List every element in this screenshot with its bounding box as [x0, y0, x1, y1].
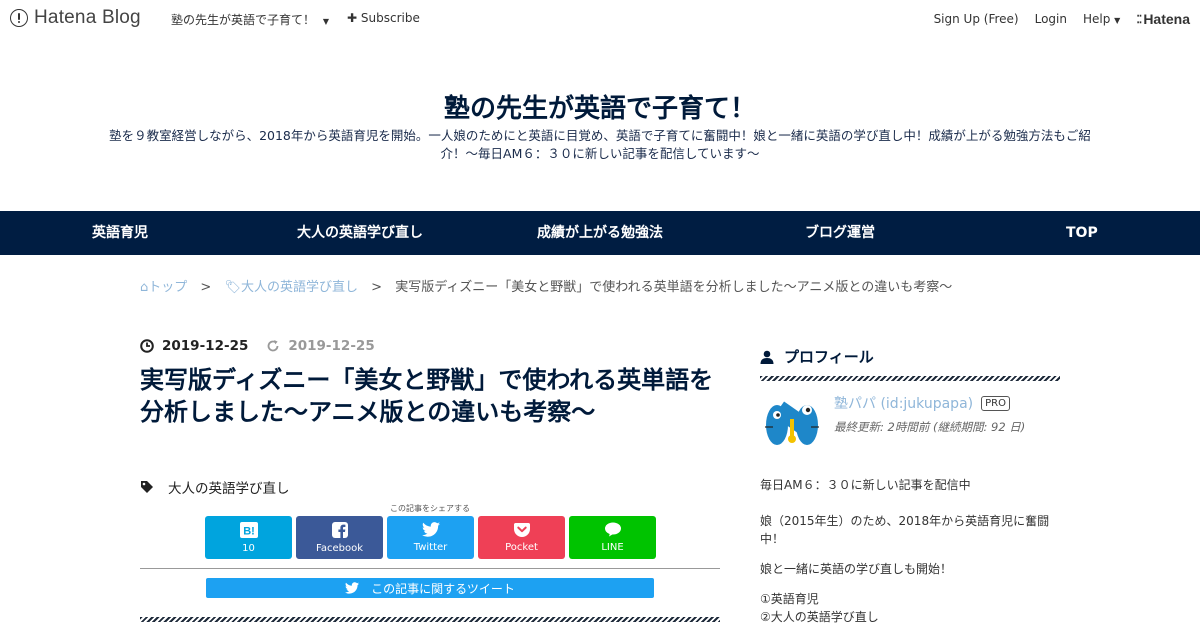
profile-last-update: 最終更新: 2時間前 (継続期間: 92 日) [834, 420, 1026, 434]
tag-icon: 🏷 [224, 280, 241, 295]
facebook-share-label: Facebook [316, 542, 363, 554]
striped-divider [140, 617, 720, 622]
line-share-button[interactable]: LINE [569, 516, 656, 559]
chevron-down-icon: ▼ [1114, 16, 1121, 25]
related-tweets-label: この記事に関するツイート [371, 581, 515, 596]
subscribe-label: Subscribe [360, 11, 420, 25]
profile-text-line: 娘（2015年生）のため、2018年から英語育児に奮闘中！ [760, 514, 1050, 546]
tag-icon [141, 481, 153, 493]
profile-text-line: 毎日AM６：３０に新しい記事を配信中 [760, 478, 971, 492]
hatena-blog-logo[interactable]: Hatena Blog [10, 7, 141, 29]
twitter-share-button[interactable]: Twitter [387, 516, 474, 559]
article-category: 大人の英語学び直し [140, 477, 290, 497]
login-link[interactable]: Login [1035, 12, 1067, 26]
hatena-blog-icon [10, 9, 28, 27]
breadcrumb-home[interactable]: ⌂トップ [140, 280, 191, 295]
breadcrumb-separator: > [200, 280, 212, 295]
line-icon [604, 522, 621, 537]
profile-text-line: ①英語育児 [760, 592, 819, 606]
pocket-share-label: Pocket [505, 542, 538, 553]
user-icon [760, 350, 774, 364]
breadcrumb-category[interactable]: 🏷大人の英語学び直し [224, 280, 362, 295]
profile-name-row: 塾パパ (id:jukupapa) PRO [834, 393, 1010, 413]
hatena-dots-icon: ⁚⁚ [1136, 13, 1142, 26]
global-header: Hatena Blog 塾の先生が英語で子育て！ ▼ ✚ Subscribe S… [0, 0, 1200, 36]
nav-item-adult-english[interactable]: 大人の英語学び直し [297, 211, 423, 255]
chevron-down-icon: ▼ [322, 17, 329, 26]
sidebar-profile-heading: プロフィール [760, 346, 874, 367]
help-menu[interactable]: Help ▼ [1083, 12, 1120, 26]
profile-name-link[interactable]: 塾パパ (id:jukupapa) [834, 393, 973, 413]
related-tweets-button[interactable]: この記事に関するツイート [206, 578, 654, 598]
hatena-bookmark-share-button[interactable]: B! 10 [205, 516, 292, 559]
twitter-bird-icon [345, 582, 360, 594]
refresh-icon [267, 340, 279, 352]
category-link[interactable]: 大人の英語学び直し [168, 477, 290, 497]
nav-item-blog[interactable]: ブログ運営 [805, 211, 875, 255]
pocket-icon [513, 523, 530, 537]
blog-description: 塾を９教室経営しながら、2018年から英語育児を開始。一人娘のためにと英語に目覚… [109, 128, 1091, 161]
divider [140, 568, 720, 569]
hatena-brand-link[interactable]: ⁚⁚ Hatena [1136, 11, 1190, 27]
help-label: Help [1082, 12, 1111, 26]
profile-text-line: ②大人の英語学び直し [760, 610, 879, 624]
striped-divider [760, 376, 1060, 381]
plus-icon: ✚ [347, 11, 358, 25]
blog-title[interactable]: 塾の先生が英語で子育て！ [0, 88, 1200, 125]
published-date[interactable]: 2019-12-25 [162, 338, 248, 354]
twitter-bird-icon [421, 522, 440, 537]
pro-badge: PRO [981, 395, 1010, 411]
breadcrumb-current: 実写版ディズニー「美女と野獣」で使われる英単語を分析しました～アニメ版との違いも… [395, 280, 953, 295]
sidebar-heading-label: プロフィール [784, 348, 874, 366]
profile-avatar[interactable] [763, 393, 821, 451]
facebook-icon [331, 521, 348, 538]
article-title[interactable]: 実写版ディズニー「美女と野獣」で使われる英単語を分析しました～アニメ版との違いも… [140, 364, 720, 428]
svg-text:B!: B! [243, 525, 255, 537]
nav-item-top[interactable]: TOP [1066, 211, 1098, 255]
pocket-share-button[interactable]: Pocket [478, 516, 565, 559]
line-share-label: LINE [601, 542, 624, 553]
breadcrumb-category-label: 大人の英語学び直し [240, 280, 358, 295]
clock-icon [140, 339, 154, 353]
updated-date: 2019-12-25 [288, 338, 375, 354]
share-buttons: B! 10 Facebook Twitter Pocket LINE [205, 516, 656, 559]
hatena-bookmark-icon: B! [239, 521, 258, 538]
blog-select-dropdown[interactable]: 塾の先生が英語で子育て！ ▼ [171, 11, 329, 28]
hatena-bookmark-count: 10 [242, 542, 255, 554]
twitter-share-label: Twitter [413, 542, 448, 553]
profile-text-line: 娘と一緒に英語の学び直しも開始！ [760, 562, 953, 576]
facebook-share-button[interactable]: Facebook [296, 516, 383, 559]
blog-select-label: 塾の先生が英語で子育て！ [171, 13, 316, 27]
share-caption: この記事をシェアする [390, 504, 470, 513]
category-nav: 英語育児 大人の英語学び直し 成績が上がる勉強法 ブログ運営 TOP [0, 211, 1200, 255]
logo-text: Hatena Blog [34, 7, 141, 28]
article-dates: 2019-12-25 2019-12-25 [140, 338, 375, 354]
subscribe-button[interactable]: ✚ Subscribe [347, 11, 420, 25]
nav-item-study-method[interactable]: 成績が上がる勉強法 [537, 211, 663, 255]
breadcrumb: ⌂トップ > 🏷大人の英語学び直し > 実写版ディズニー「美女と野獣」で使われる… [140, 276, 952, 295]
signup-link[interactable]: Sign Up (Free) [934, 12, 1019, 26]
nav-item-eigo-ikuji[interactable]: 英語育児 [92, 211, 148, 255]
breadcrumb-home-label: トップ [148, 280, 188, 295]
hatena-brand-label: Hatena [1143, 11, 1190, 27]
breadcrumb-separator: > [371, 280, 383, 295]
